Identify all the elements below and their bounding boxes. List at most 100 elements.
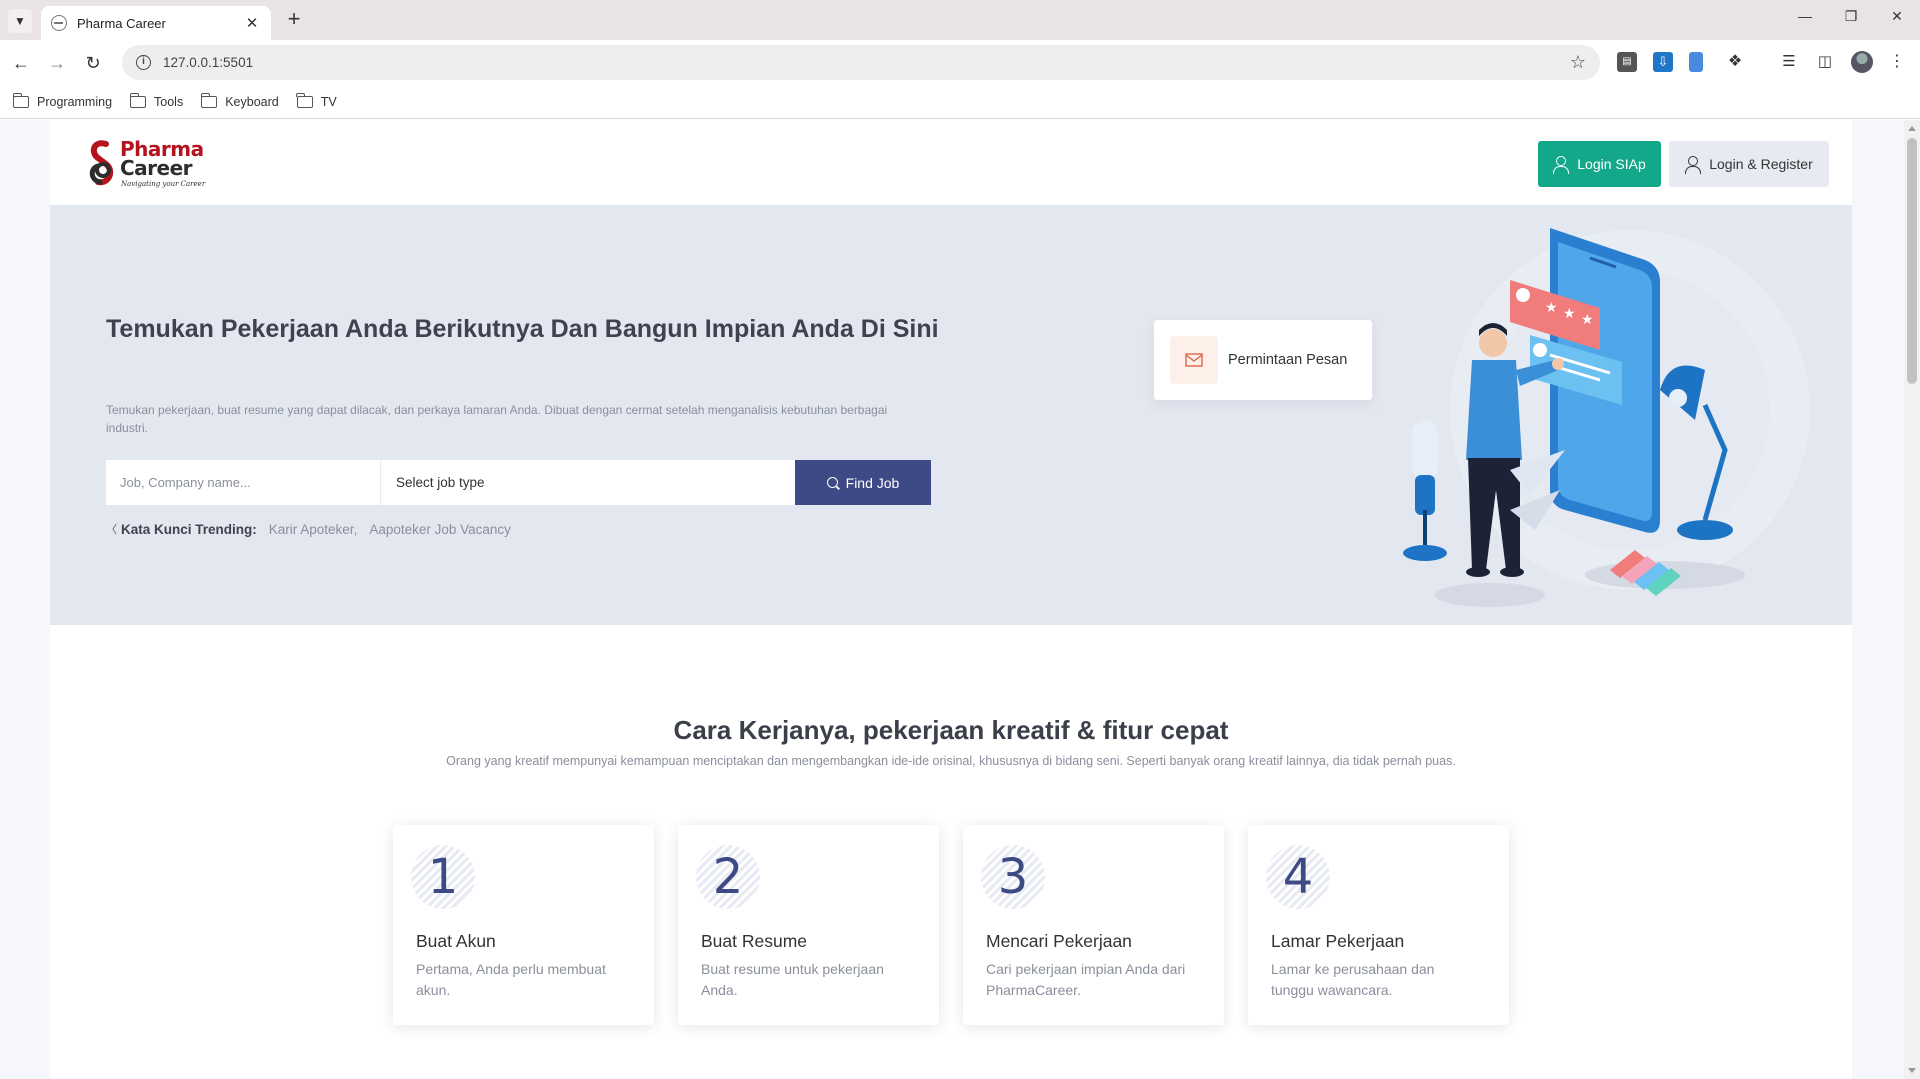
hero-description: Temukan pekerjaan, buat resume yang dapa… bbox=[106, 403, 888, 435]
side-panel-icon[interactable]: ◫ bbox=[1815, 52, 1835, 72]
scroll-up-icon[interactable] bbox=[1908, 126, 1916, 131]
user-icon bbox=[1685, 156, 1702, 174]
site-header: Pharma Career Navigating your Career Log… bbox=[50, 120, 1852, 205]
new-tab-button[interactable]: + bbox=[282, 8, 306, 32]
restore-button[interactable]: ❐ bbox=[1836, 8, 1866, 25]
globe-icon bbox=[51, 15, 67, 31]
job-search-input[interactable] bbox=[106, 460, 381, 505]
step-number-badge: 1 bbox=[411, 845, 475, 909]
mail-icon bbox=[1170, 336, 1218, 384]
step-number-badge: 2 bbox=[696, 845, 760, 909]
folder-icon bbox=[12, 93, 29, 108]
logo-tagline: Navigating your Career bbox=[121, 180, 206, 188]
extensions-puzzle-icon[interactable]: ❖ bbox=[1725, 52, 1745, 72]
hero-title: Temukan Pekerjaan Anda Berikutnya Dan Ba… bbox=[106, 315, 939, 343]
job-type-value: Select job type bbox=[396, 475, 485, 490]
login-register-button[interactable]: Login & Register bbox=[1669, 141, 1829, 187]
tab-title: Pharma Career bbox=[77, 15, 166, 31]
page-viewport: Pharma Career Navigating your Career Log… bbox=[0, 120, 1904, 1079]
job-search-illustration: ★ ★ ★ bbox=[1403, 228, 1810, 607]
message-request-card: Permintaan Pesan bbox=[1154, 320, 1372, 400]
back-button[interactable]: ← bbox=[8, 50, 34, 76]
step-description: Cari pekerjaan impian Anda dari PharmaCa… bbox=[986, 961, 1186, 998]
folder-icon bbox=[129, 93, 147, 108]
login-register-label: Login & Register bbox=[1709, 156, 1813, 172]
find-job-button[interactable]: Find Job bbox=[795, 460, 931, 505]
step-card: 1 Buat Akun Pertama, Anda perlu membuat … bbox=[393, 825, 654, 1025]
job-search-form: Select job type Find Job bbox=[106, 460, 931, 505]
hero-section: Temukan Pekerjaan Anda Berikutnya Dan Ba… bbox=[50, 205, 1852, 625]
step-description: Lamar ke perusahaan dan tunggu wawancara… bbox=[1271, 961, 1435, 998]
bookmark-star-icon[interactable]: ☆ bbox=[1570, 52, 1586, 73]
step-title: Mencari Pekerjaan bbox=[986, 931, 1132, 951]
site-info-icon[interactable]: i bbox=[136, 55, 151, 70]
minimize-button[interactable]: — bbox=[1790, 8, 1820, 24]
step-card: 4 Lamar Pekerjaan Lamar ke perusahaan da… bbox=[1248, 825, 1509, 1025]
address-bar[interactable]: i 127.0.0.1:5501 ☆ bbox=[122, 45, 1600, 80]
job-type-select[interactable]: Select job type bbox=[381, 460, 795, 505]
extension-1-icon[interactable]: ▤ bbox=[1617, 52, 1637, 72]
folder-icon bbox=[296, 93, 313, 108]
reload-button[interactable]: ↻ bbox=[80, 50, 106, 76]
svg-text:★: ★ bbox=[1563, 305, 1576, 321]
url-text: 127.0.0.1:5501 bbox=[163, 55, 254, 70]
page-scrollbar[interactable] bbox=[1904, 120, 1920, 1079]
browser-toolbar: ← → ↻ i 127.0.0.1:5501 ☆ ▤ ⇩ ❖ ☰ ◫ ⋮ bbox=[0, 40, 1920, 86]
trending-keyword-link[interactable]: Karir Apoteker, bbox=[269, 522, 358, 537]
bookmark-label: Keyboard bbox=[225, 95, 279, 109]
step-description: Buat resume untuk pekerjaan Anda. bbox=[701, 961, 884, 998]
trending-keyword-link[interactable]: Aapoteker Job Vacancy bbox=[369, 522, 511, 537]
browser-tabstrip: ▼ Pharma Career ✕ + — ❐ ✕ bbox=[0, 0, 1920, 40]
step-card: 2 Buat Resume Buat resume untuk pekerjaa… bbox=[678, 825, 939, 1025]
bookmark-label: Programming bbox=[37, 95, 113, 109]
svg-text:★: ★ bbox=[1581, 311, 1594, 327]
bookmark-programming[interactable]: Programming bbox=[12, 93, 113, 109]
step-number: 1 bbox=[427, 849, 459, 905]
bookmark-keyboard[interactable]: Keyboard bbox=[200, 93, 279, 109]
message-request-label: Permintaan Pesan bbox=[1228, 352, 1348, 368]
tab-search-button[interactable]: ▼ bbox=[8, 9, 32, 33]
media-control-icon[interactable]: ☰ bbox=[1779, 52, 1799, 72]
forward-button[interactable]: → bbox=[44, 50, 70, 76]
login-siap-label: Login SIAp bbox=[1577, 156, 1646, 172]
step-number-badge: 3 bbox=[981, 845, 1045, 909]
browser-tab[interactable]: Pharma Career ✕ bbox=[41, 6, 271, 40]
step-title: Lamar Pekerjaan bbox=[1271, 931, 1405, 951]
download-extension-icon[interactable]: ⇩ bbox=[1653, 52, 1673, 72]
close-icon[interactable]: ✕ bbox=[243, 14, 261, 32]
tag-icon: 〈 bbox=[106, 524, 117, 536]
trending-keywords: 〈 Kata Kunci Trending: Karir Apoteker, A… bbox=[106, 521, 523, 537]
find-job-label: Find Job bbox=[845, 474, 900, 491]
folder-icon bbox=[200, 93, 218, 108]
pharma-career-logo[interactable]: Pharma Career Navigating your Career bbox=[86, 138, 216, 194]
step-description: Pertama, Anda perlu membuat akun. bbox=[416, 961, 606, 998]
svg-text:★: ★ bbox=[1545, 299, 1558, 315]
scrollbar-thumb[interactable] bbox=[1907, 138, 1917, 384]
profile-avatar[interactable] bbox=[1851, 51, 1873, 73]
bookmark-tv[interactable]: TV bbox=[296, 93, 337, 109]
bookmarks-bar: Programming Tools Keyboard TV bbox=[0, 86, 1920, 119]
how-it-works-section: Cara Kerjanya, pekerjaan kreatif & fitur… bbox=[50, 625, 1852, 1079]
step-card: 3 Mencari Pekerjaan Cari pekerjaan impia… bbox=[963, 825, 1224, 1025]
extension-2-icon[interactable] bbox=[1689, 52, 1703, 72]
window-close-button[interactable]: ✕ bbox=[1882, 8, 1912, 25]
how-it-works-description: Orang yang kreatif mempunyai kemampuan m… bbox=[446, 754, 1456, 768]
bookmark-tools[interactable]: Tools bbox=[129, 93, 184, 109]
step-title: Buat Akun bbox=[416, 931, 496, 951]
scroll-down-icon[interactable] bbox=[1908, 1068, 1916, 1073]
search-icon bbox=[826, 477, 838, 488]
step-title: Buat Resume bbox=[701, 931, 808, 951]
step-number: 4 bbox=[1282, 849, 1314, 905]
user-icon bbox=[1553, 156, 1570, 174]
page-container: Pharma Career Navigating your Career Log… bbox=[50, 120, 1852, 1079]
bookmark-label: Tools bbox=[154, 95, 184, 109]
step-number: 2 bbox=[712, 849, 744, 905]
bookmark-label: TV bbox=[320, 95, 337, 109]
login-siap-button[interactable]: Login SIAp bbox=[1538, 141, 1661, 187]
step-number-badge: 4 bbox=[1266, 845, 1330, 909]
how-it-works-title: Cara Kerjanya, pekerjaan kreatif & fitur… bbox=[673, 715, 1229, 745]
trending-label: Kata Kunci Trending: bbox=[121, 521, 257, 537]
more-menu-icon[interactable]: ⋮ bbox=[1887, 52, 1907, 72]
logo-mark-icon bbox=[89, 140, 114, 186]
step-number: 3 bbox=[997, 849, 1029, 905]
